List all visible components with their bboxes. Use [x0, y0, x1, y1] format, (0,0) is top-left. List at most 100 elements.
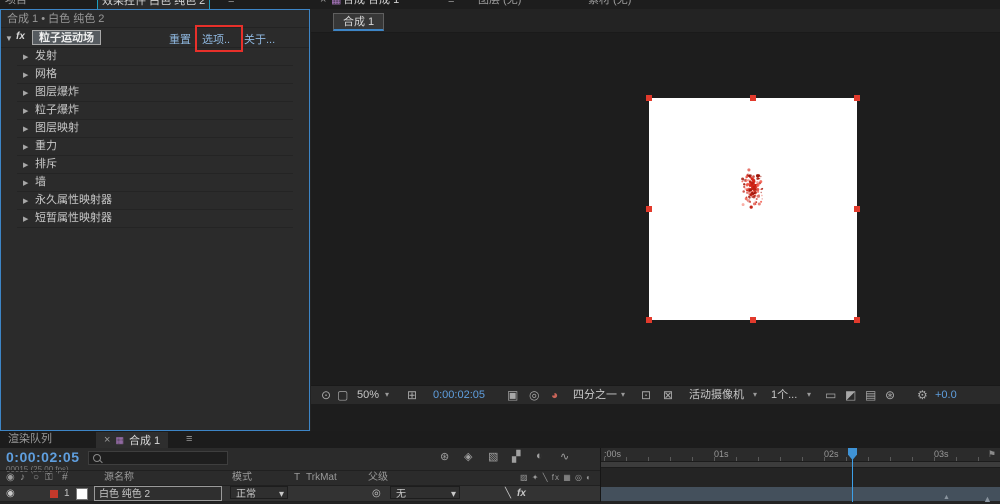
twirl-right-icon[interactable]: ▶ [23, 71, 28, 79]
exposure-value[interactable]: +0.0 [935, 386, 957, 404]
search-input[interactable] [105, 452, 227, 466]
t-column-header[interactable]: T [294, 471, 300, 485]
selection-handle-middle-right[interactable] [854, 206, 860, 212]
options-button[interactable]: 选项.. [202, 31, 230, 47]
blend-mode-select[interactable]: 正常 ▾ [230, 486, 288, 499]
layer-row[interactable]: ◉ 1 白色 纯色 2 正常 ▾ ◎ 无 ▾ ╲ fx [0, 486, 600, 502]
property-row-wall[interactable]: ▶ 墙 [17, 174, 293, 192]
region-of-interest-icon[interactable]: ⊡ [641, 386, 651, 404]
transparency-grid-icon[interactable]: ⊠ [663, 386, 673, 404]
selection-handle-top-right[interactable] [854, 95, 860, 101]
lock-column-icon[interactable]: ⚿ [45, 471, 53, 485]
twirl-right-icon[interactable]: ▶ [23, 179, 28, 187]
render-queue-tab[interactable]: 渲染队列 [8, 431, 52, 448]
selection-handle-bottom-right[interactable] [854, 317, 860, 323]
dropdown-arrow-icon[interactable]: ▾ [385, 386, 389, 404]
search-box[interactable] [88, 451, 228, 465]
channels-icon[interactable]: ◕ [551, 386, 558, 404]
always-preview-icon[interactable]: ⊙ [321, 386, 331, 404]
fx-badge-icon[interactable]: fx [16, 31, 25, 42]
grid-guides-icon[interactable]: ⊞ [407, 386, 417, 404]
current-time-display[interactable]: 0:00:02:05 [6, 449, 80, 465]
parent-column-header[interactable]: 父级 [368, 471, 388, 485]
eye-column-icon[interactable]: ◉ [6, 471, 15, 485]
draft-3d-icon[interactable]: ◈ [464, 450, 472, 463]
composition-breadcrumb-tab[interactable]: 合成 1 [333, 13, 384, 31]
time-ruler[interactable]: :00s 01s 02s 03s ⚑ [601, 448, 1000, 462]
property-row-layer-exploder[interactable]: ▶ 图层爆炸 [17, 84, 293, 102]
panel-menu-icon[interactable]: ≡ [186, 431, 192, 448]
property-row-repel[interactable]: ▶ 排斥 [17, 156, 293, 174]
viewer-timecode[interactable]: 0:00:02:05 [433, 386, 485, 404]
project-panel-tab[interactable]: 项目 [5, 0, 27, 8]
mode-column-header[interactable]: 模式 [232, 471, 252, 485]
twirl-right-icon[interactable]: ▶ [23, 143, 28, 151]
property-row-particle-exploder[interactable]: ▶ 粒子爆炸 [17, 102, 293, 120]
layer-duration-bar[interactable] [601, 487, 1000, 501]
comp-mini-flowchart-icon[interactable]: ⊛ [440, 450, 449, 463]
graph-editor-icon[interactable]: ∿ [560, 450, 569, 463]
dropdown-arrow-icon[interactable]: ▾ [807, 386, 811, 404]
solo-column-icon[interactable]: ○ [33, 471, 39, 485]
effect-controls-panel-tab[interactable]: 效果控件 白色 纯色 2 [97, 0, 210, 9]
selection-handle-bottom-left[interactable] [646, 317, 652, 323]
fast-preview-icon[interactable]: ◩ [845, 386, 856, 404]
property-row-layer-map[interactable]: ▶ 图层映射 [17, 120, 293, 138]
quality-switch-icon[interactable]: ╲ [505, 486, 511, 501]
dropdown-arrow-icon[interactable]: ▾ [621, 386, 625, 404]
about-button[interactable]: 关于... [244, 31, 275, 47]
layer-label-color-chip[interactable] [50, 490, 58, 498]
source-name-column-header[interactable]: 源名称 [104, 471, 134, 485]
fx-switch-icon[interactable]: fx [517, 486, 526, 501]
dropdown-arrow-icon[interactable]: ▾ [753, 386, 757, 404]
twirl-right-icon[interactable]: ▶ [23, 107, 28, 115]
layer-visibility-eye-icon[interactable]: ◉ [6, 486, 15, 501]
twirl-right-icon[interactable]: ▶ [23, 197, 28, 205]
timeline-comp-tab[interactable]: × ▦ 合成 1 [96, 432, 168, 448]
twirl-right-icon[interactable]: ▶ [23, 89, 28, 97]
timeline-button-icon[interactable]: ▤ [865, 386, 876, 404]
layer-viewer-tab[interactable]: 图层 (无) [478, 0, 521, 8]
view-select[interactable]: 活动摄像机 [689, 386, 744, 404]
parent-select[interactable]: 无 ▾ [390, 486, 460, 499]
flowchart-icon[interactable]: ⊛ [885, 386, 895, 404]
twirl-down-icon[interactable]: ▼ [5, 34, 13, 43]
screen-icon[interactable]: ▢ [337, 386, 348, 404]
motion-blur-icon[interactable]: ◐ [536, 450, 543, 462]
twirl-right-icon[interactable]: ▶ [23, 125, 28, 133]
close-icon[interactable]: × [104, 434, 110, 446]
property-row-gravity[interactable]: ▶ 重力 [17, 138, 293, 156]
selection-handle-top-left[interactable] [646, 95, 652, 101]
current-time-indicator[interactable] [852, 448, 853, 502]
selection-handle-bottom-center[interactable] [750, 317, 756, 323]
zoom-select[interactable]: 50% [357, 386, 379, 404]
trkmat-column-header[interactable]: TrkMat [306, 471, 337, 485]
timeline-zoom-out-icon[interactable]: ▲ [943, 494, 950, 501]
parent-pickwhip-icon[interactable]: ◎ [372, 486, 381, 501]
panel-menu-icon[interactable]: ≡ [228, 0, 234, 8]
selection-handle-top-center[interactable] [750, 95, 756, 101]
panel-menu-icon[interactable]: ≡ [448, 0, 454, 8]
composition-viewer-tab[interactable]: 合成 合成 1 [343, 0, 399, 8]
property-row-grid[interactable]: ▶ 网格 [17, 66, 293, 84]
effect-name[interactable]: 粒子运动场 [32, 30, 101, 45]
close-icon[interactable]: × [320, 0, 326, 8]
property-row-cannon[interactable]: ▶ 发射 [17, 48, 293, 66]
timeline-zoom-in-icon[interactable]: ▲ [983, 494, 992, 504]
reset-button[interactable]: 重置 [169, 31, 191, 47]
resolution-select[interactable]: 四分之一 [573, 386, 617, 404]
property-row-ephemeral-property-mapper[interactable]: ▶ 短暂属性映射器 [17, 210, 293, 228]
shy-icon[interactable]: ▧ [488, 450, 498, 463]
footage-viewer-tab[interactable]: 素材 (无) [588, 0, 631, 8]
twirl-right-icon[interactable]: ▶ [23, 161, 28, 169]
snapshot-icon[interactable]: ▣ [507, 386, 518, 404]
selection-handle-middle-left[interactable] [646, 206, 652, 212]
comp-marker-bin-icon[interactable]: ⚑ [988, 448, 996, 461]
pixel-aspect-icon[interactable]: ▭ [825, 386, 836, 404]
gear-icon[interactable]: ⚙ [917, 386, 928, 404]
viewer-stage[interactable] [311, 33, 1000, 385]
property-row-persistent-property-mapper[interactable]: ▶ 永久属性映射器 [17, 192, 293, 210]
frame-blend-icon[interactable]: ▞ [512, 450, 520, 463]
composition-canvas[interactable] [649, 98, 857, 320]
show-snapshot-icon[interactable]: ◎ [529, 386, 539, 404]
